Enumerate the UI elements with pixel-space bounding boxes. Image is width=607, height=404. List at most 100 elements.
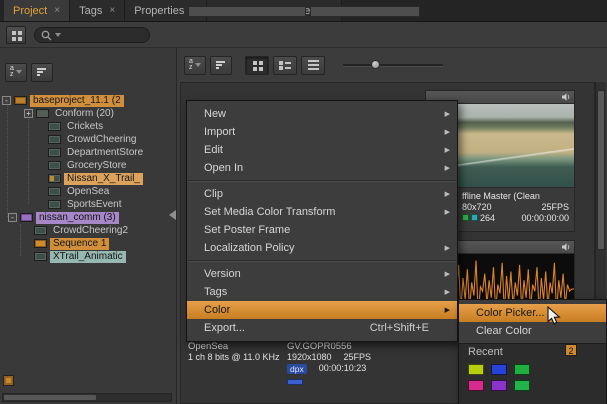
color-swatch[interactable] [491, 380, 507, 391]
tree-guide-line [20, 224, 21, 256]
tree-item-grocerystore[interactable]: GroceryStore [0, 159, 175, 172]
menu-item-export[interactable]: Export... Ctrl+Shift+E [187, 319, 457, 337]
grid-icon [12, 31, 16, 35]
color-swatch[interactable] [514, 364, 530, 375]
submenu-arrow-icon: ▶ [441, 288, 450, 296]
clip-fps: 25FPS [541, 202, 569, 212]
search-input[interactable] [34, 27, 150, 43]
clip-icon [34, 252, 47, 261]
clip-info-opensea[interactable]: OpenSea 1 ch 8 bits @ 11.0 KHz [188, 341, 280, 363]
tree-item-nissan-comm[interactable]: - nissan_comm (3) [0, 211, 175, 224]
tree-item-nissan-x-trail[interactable]: Nissan_X_Trail_ [0, 172, 175, 185]
card-header-partial [310, 6, 420, 17]
menu-separator [188, 180, 456, 181]
app-window: Project × Tags × Properties × Background… [0, 0, 607, 404]
layout-grid-button[interactable] [6, 26, 26, 44]
search-options-caret-icon[interactable] [55, 33, 61, 37]
tree-item-sportsevent[interactable]: SportsEvent [0, 198, 175, 211]
tree-item-sequence-1[interactable]: Sequence 1 [0, 237, 175, 250]
audio-format: 1 ch 8 bits @ 11.0 KHz [188, 352, 280, 363]
expander-icon[interactable]: - [8, 213, 17, 222]
search-icon [41, 30, 52, 41]
speaker-icon [561, 92, 571, 102]
sort-alpha-button[interactable]: az [184, 56, 206, 75]
menu-item-import[interactable]: Import ▶ [187, 123, 457, 141]
tree-item-departmentstore[interactable]: DepartmentStore [0, 146, 175, 159]
clip-timecode: 00:00:10:23 [319, 363, 367, 374]
tree-item-baseproject[interactable]: - baseproject_11.1 (2 [0, 94, 175, 107]
clip-icon [48, 135, 61, 144]
tree-item-crowdcheering2[interactable]: CrowdCheering2 [0, 224, 175, 237]
menu-item-clear-color[interactable]: Clear Color [459, 322, 606, 340]
close-icon[interactable]: × [54, 6, 60, 16]
tab-label: Project [13, 5, 47, 17]
panel-splitter-collapse-arrow[interactable] [169, 210, 176, 220]
submenu-arrow-icon: ▶ [441, 190, 450, 198]
menu-item-open-in[interactable]: Open In ▶ [187, 159, 457, 177]
clip-info-gopro[interactable]: GV.GOPR0556 1920x1080 25FPS dpx 00:00:10… [287, 341, 371, 387]
clip-codec: 264 [480, 213, 495, 223]
submenu-arrow-icon: ▶ [441, 146, 450, 154]
submenu-arrow-icon: ▶ [441, 306, 450, 314]
submenu-arrow-icon: ▶ [441, 110, 450, 118]
tree-item-crowdcheering[interactable]: CrowdCheering [0, 133, 175, 146]
sort-alpha-icon: az [10, 66, 14, 78]
menu-item-localization-policy[interactable]: Localization Policy ▶ [187, 239, 457, 257]
menu-item-clip[interactable]: Clip ▶ [187, 185, 457, 203]
card-header-partial [188, 6, 306, 17]
menu-item-version[interactable]: Version ▶ [187, 265, 457, 283]
color-swatch[interactable] [514, 380, 530, 391]
sort-order-button[interactable] [210, 56, 232, 75]
bin-horizontal-scrollbar[interactable] [2, 393, 172, 402]
slider-track [343, 64, 443, 66]
tag-chip [471, 214, 478, 221]
tree-item-conform[interactable]: + Conform (20) [0, 107, 175, 120]
sequence-icon [34, 239, 47, 248]
menu-item-set-poster-frame[interactable]: Set Poster Frame [187, 221, 457, 239]
scrollbar-thumb[interactable] [597, 90, 605, 250]
slider-knob[interactable] [371, 60, 380, 69]
sort-alpha-button[interactable]: az [5, 63, 27, 82]
submenu-arrow-icon: ▶ [441, 244, 450, 252]
tree-guide-line [7, 102, 8, 217]
clip-resolution: 80x720 [462, 202, 492, 212]
scrollbar-thumb[interactable] [4, 395, 96, 400]
sort-bars-icon [216, 61, 226, 70]
submenu-arrow-icon: ▶ [441, 128, 450, 136]
close-icon[interactable]: × [109, 6, 115, 16]
tab-project[interactable]: Project × [4, 0, 70, 21]
sort-order-button[interactable] [31, 63, 53, 82]
clip-title: ffline Master (Clean [462, 191, 540, 201]
view-mode-thumbnails-button[interactable] [245, 56, 269, 75]
sort-direction-caret-icon [195, 63, 201, 67]
toolbar [0, 23, 607, 48]
thumbnail-size-slider[interactable] [343, 59, 443, 71]
menu-item-color-picker[interactable]: Color Picker... [459, 304, 606, 322]
menu-item-set-media-color-transform[interactable]: Set Media Color Transform ▶ [187, 203, 457, 221]
view-mode-thumb-list-button[interactable] [273, 56, 297, 75]
recent-swatches [468, 364, 606, 391]
color-swatch[interactable] [468, 380, 484, 391]
sort-bars-icon [37, 68, 47, 77]
clip-icon [48, 148, 61, 157]
tag-chip [462, 214, 469, 221]
tree-item-xtrail-animatic[interactable]: XTrail_Animatic [0, 250, 175, 263]
menu-item-tags[interactable]: Tags ▶ [187, 283, 457, 301]
color-swatch[interactable] [491, 364, 507, 375]
recent-label: Recent [468, 346, 606, 361]
tree-item-opensea[interactable]: OpenSea [0, 185, 175, 198]
clip-icon [48, 174, 61, 183]
list-icon [308, 64, 319, 66]
tab-tags[interactable]: Tags × [70, 0, 125, 21]
menu-separator [188, 260, 456, 261]
menu-item-edit[interactable]: Edit ▶ [187, 141, 457, 159]
partially-visible-item-icon [3, 375, 14, 386]
bin-icon [36, 109, 49, 118]
menu-item-new[interactable]: New ▶ [187, 105, 457, 123]
menu-item-color[interactable]: Color ▶ [187, 301, 457, 319]
submenu-arrow-icon: ▶ [441, 164, 450, 172]
color-swatch[interactable] [468, 364, 484, 375]
sort-direction-caret-icon [16, 70, 22, 74]
tree-item-crickets[interactable]: Crickets [0, 120, 175, 133]
view-mode-list-button[interactable] [301, 56, 325, 75]
